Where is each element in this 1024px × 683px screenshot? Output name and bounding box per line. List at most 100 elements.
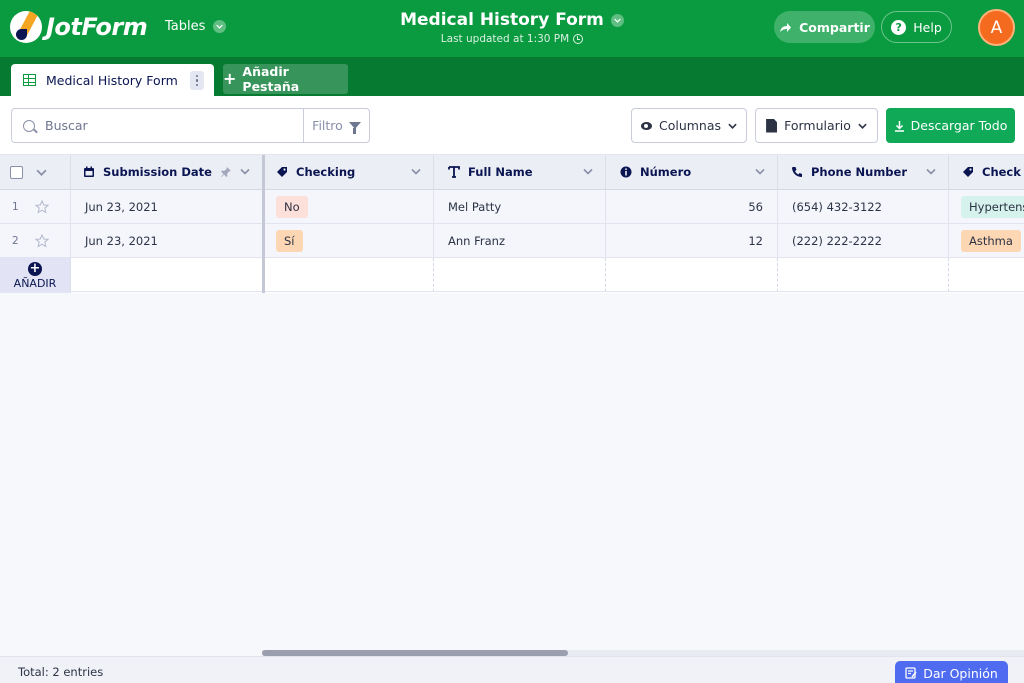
- download-icon: [894, 120, 904, 132]
- help-icon: ?: [891, 19, 907, 35]
- table-row-index: 1: [0, 190, 71, 224]
- column-header-submission-date[interactable]: Submission Date: [71, 155, 263, 190]
- tab-medical-history-form[interactable]: Medical History Form: [11, 64, 214, 96]
- table-cell[interactable]: (222) 222-2222: [778, 224, 949, 258]
- feedback-button[interactable]: Dar Opinión: [895, 661, 1008, 683]
- empty-cell: [606, 258, 778, 292]
- empty-cell: [434, 258, 606, 292]
- form-button[interactable]: Formulario: [755, 108, 878, 143]
- help-label: Help: [913, 19, 942, 35]
- download-label: Descargar Todo: [910, 118, 1008, 133]
- table-cell[interactable]: Ann Franz: [434, 224, 606, 258]
- table-cell[interactable]: (654) 432-3122: [778, 190, 949, 224]
- select-all-checkbox[interactable]: [10, 165, 23, 179]
- kebab-menu-icon[interactable]: [190, 71, 204, 90]
- chevron-down-icon[interactable]: [411, 168, 421, 175]
- chevron-down-icon[interactable]: [36, 169, 47, 176]
- toolbar: Filtro Columnas Formulario Descargar Tod…: [0, 96, 1024, 155]
- checking-badge: No: [276, 195, 308, 218]
- column-header-phone-number[interactable]: Phone Number: [778, 155, 949, 190]
- table-cell[interactable]: Jun 23, 2021: [71, 224, 263, 258]
- total-entries: Total: 2 entries: [18, 665, 104, 679]
- form-title: Medical History Form: [400, 10, 604, 30]
- tag-icon: [277, 167, 287, 177]
- search-box: Filtro: [11, 108, 370, 143]
- add-tab-label: Añadir Pestaña: [242, 64, 300, 94]
- star-icon[interactable]: [35, 199, 49, 214]
- form-label: Formulario: [784, 118, 851, 133]
- table-cell[interactable]: Sí: [264, 224, 434, 258]
- table-cell[interactable]: Hypertens: [949, 190, 1024, 224]
- column-header-label: Full Name: [468, 165, 533, 179]
- table-cell[interactable]: 56: [606, 190, 778, 224]
- column-header-numero[interactable]: Número: [606, 155, 778, 190]
- add-row-label: AÑADIR: [13, 276, 57, 290]
- share-button[interactable]: Compartir: [774, 11, 875, 43]
- column-header-checking[interactable]: Checking: [264, 155, 434, 190]
- feedback-label: Dar Opinión: [923, 665, 998, 681]
- footer: Total: 2 entries: [0, 656, 1024, 683]
- table-cell[interactable]: Mel Patty: [434, 190, 606, 224]
- search-input[interactable]: [45, 118, 285, 133]
- share-arrow-icon: [780, 22, 792, 32]
- eye-icon: [640, 121, 652, 130]
- feedback-icon: [905, 667, 917, 679]
- tag-icon: [963, 167, 973, 177]
- column-header-check-the[interactable]: Check th: [949, 155, 1024, 190]
- tab-label: Medical History Form: [46, 72, 178, 88]
- table-grid-icon: [23, 74, 36, 86]
- clock-icon: [573, 34, 584, 44]
- phone-icon: [792, 167, 802, 177]
- star-icon[interactable]: [35, 233, 49, 248]
- row-number: 2: [12, 234, 19, 247]
- empty-cell: [264, 258, 434, 292]
- document-icon: [766, 118, 778, 133]
- empty-cell: [71, 258, 263, 292]
- chevron-down-icon[interactable]: [240, 168, 250, 175]
- plus-icon: +: [223, 69, 237, 88]
- plus-circle-icon: +: [28, 261, 42, 276]
- avatar[interactable]: A: [978, 9, 1015, 46]
- funnel-icon: [348, 122, 361, 134]
- table-cell[interactable]: Asthma: [949, 224, 1024, 258]
- help-button[interactable]: ? Help: [881, 11, 952, 43]
- column-header-full-name[interactable]: Full Name: [434, 155, 606, 190]
- empty-cell: [949, 258, 1024, 292]
- last-updated-text: Last updated at 1:30 PM: [440, 33, 570, 45]
- frozen-column-divider[interactable]: [262, 155, 265, 293]
- condition-badge: Asthma: [961, 229, 1021, 252]
- table-cell[interactable]: Jun 23, 2021: [71, 190, 263, 224]
- checking-badge: Sí: [276, 229, 303, 252]
- table-row-index: 2: [0, 224, 71, 258]
- columns-button[interactable]: Columnas: [631, 108, 747, 143]
- filter-button[interactable]: Filtro: [303, 109, 369, 142]
- chevron-down-icon[interactable]: [926, 168, 936, 175]
- empty-cell: [778, 258, 949, 292]
- chevron-down-icon[interactable]: [755, 168, 765, 175]
- text-icon: [448, 166, 460, 178]
- filter-label: Filtro: [312, 118, 343, 133]
- pin-icon[interactable]: [220, 166, 232, 178]
- data-table: Submission Date Checking Full Name Númer…: [0, 155, 1024, 293]
- add-tab-button[interactable]: + Añadir Pestaña: [223, 64, 348, 94]
- column-header-label: Phone Number: [811, 165, 908, 179]
- top-bar: JotForm Tables Medical History Form Last…: [0, 0, 1024, 57]
- info-icon: [620, 166, 632, 178]
- condition-badge: Hypertens: [961, 195, 1024, 218]
- column-header-label: Número: [640, 165, 692, 179]
- select-all-header: [0, 155, 71, 190]
- chevron-down-icon: [728, 123, 737, 129]
- columns-label: Columnas: [658, 118, 722, 133]
- download-all-button[interactable]: Descargar Todo: [886, 108, 1015, 143]
- column-header-label: Checking: [296, 165, 356, 179]
- row-number: 1: [12, 200, 19, 213]
- table-cell[interactable]: No: [264, 190, 434, 224]
- calendar-icon: [84, 166, 94, 177]
- form-title-dropdown[interactable]: Medical History Form: [400, 10, 624, 30]
- chevron-down-icon: [610, 13, 624, 27]
- add-row-button[interactable]: + AÑADIR: [0, 258, 71, 293]
- chevron-down-icon[interactable]: [583, 168, 593, 175]
- column-header-label: Submission Date: [103, 165, 212, 179]
- table-cell[interactable]: 12: [606, 224, 778, 258]
- chevron-down-icon: [858, 123, 867, 129]
